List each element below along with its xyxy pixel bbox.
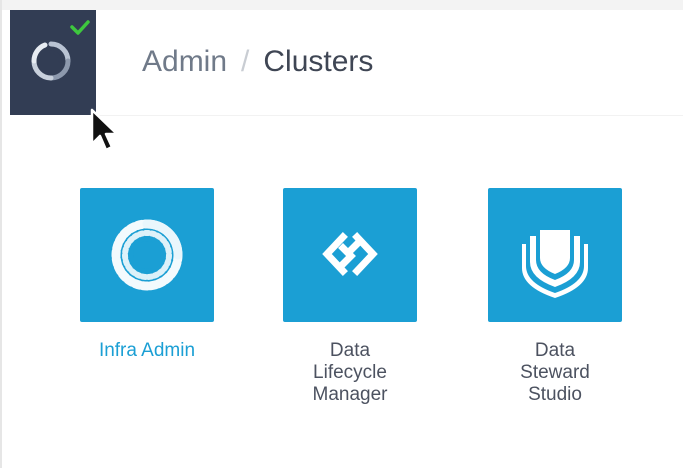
breadcrumb-current: Clusters [263, 45, 374, 78]
top-border [0, 0, 683, 10]
infra-admin-icon [111, 219, 183, 291]
data-steward-studio-tile[interactable] [488, 188, 622, 322]
data-lifecycle-manager-label[interactable]: Data Lifecycle Manager [270, 340, 430, 406]
app-switcher-button[interactable] [10, 10, 96, 115]
infra-admin-label[interactable]: Infra Admin [67, 340, 227, 362]
left-border [0, 0, 2, 468]
breadcrumb-admin-link[interactable]: Admin [142, 45, 227, 78]
data-steward-studio-label[interactable]: Data Steward Studio [475, 340, 635, 406]
infra-admin-tile[interactable] [80, 188, 214, 322]
app-window: Admin / Clusters Infra Admin Data Lifecy… [0, 0, 683, 468]
data-lifecycle-manager-icon [322, 232, 378, 276]
header-divider [96, 115, 683, 116]
data-steward-studio-icon [522, 230, 588, 298]
mouse-cursor-icon [90, 108, 119, 152]
breadcrumb: Admin / Clusters [142, 44, 373, 80]
dataplane-logo-icon [31, 41, 71, 81]
breadcrumb-separator: / [241, 45, 250, 78]
check-icon [70, 20, 90, 35]
data-lifecycle-manager-tile[interactable] [283, 188, 417, 322]
